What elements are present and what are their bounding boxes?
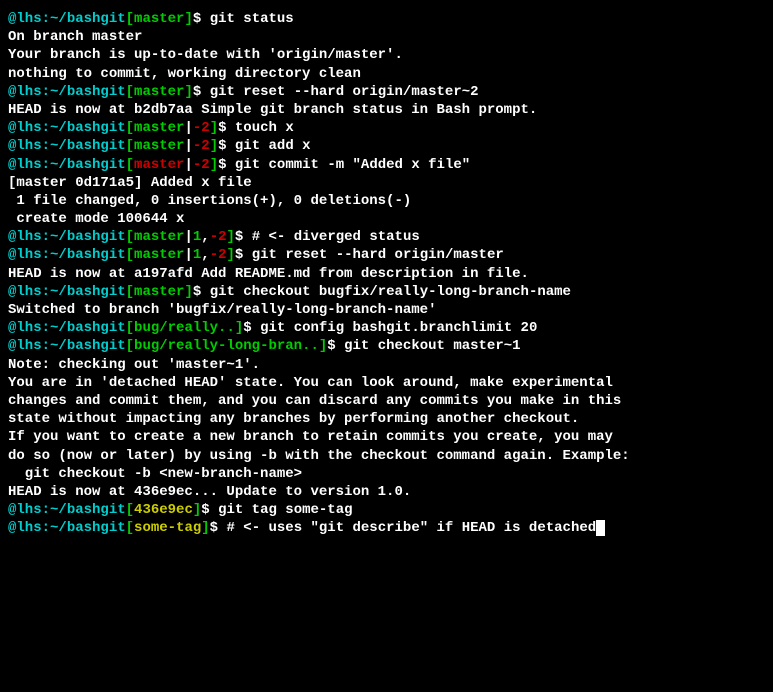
command: git config bashgit.branchlimit 20 — [260, 320, 537, 336]
behind-count: -2 — [193, 120, 210, 136]
prompt-line: @lhs:~/bashgit[master|-2]$ git add x — [8, 137, 765, 155]
user-host: @lhs:~/bashgit — [8, 320, 126, 336]
output-line: [master 0d171a5] Added x file — [8, 174, 765, 192]
user-host: @lhs:~/bashgit — [8, 284, 126, 300]
branch-bracket: [master|-2] — [126, 157, 218, 173]
output-line: Switched to branch 'bugfix/really-long-b… — [8, 301, 765, 319]
prompt-line: @lhs:~/bashgit[436e9ec]$ git tag some-ta… — [8, 501, 765, 519]
prompt-line: @lhs:~/bashgit[bug/really-long-bran..]$ … — [8, 337, 765, 355]
prompt-line: @lhs:~/bashgit[bug/really..]$ git config… — [8, 319, 765, 337]
behind-count: -2 — [193, 157, 210, 173]
branch-bracket: [master] — [126, 284, 193, 300]
behind-count: -2 — [193, 138, 210, 154]
prompt-line: @lhs:~/bashgit[master]$ git status — [8, 10, 765, 28]
branch-bracket: [bug/really-long-bran..] — [126, 338, 328, 354]
branch-bracket: [master|1,-2] — [126, 229, 235, 245]
command: git reset --hard origin/master — [252, 247, 504, 263]
behind-count: -2 — [210, 229, 227, 245]
prompt-line: @lhs:~/bashgit[master|1,-2]$ # <- diverg… — [8, 228, 765, 246]
command: touch x — [235, 120, 294, 136]
output-line: HEAD is now at 436e9ec... Update to vers… — [8, 483, 765, 501]
prompt-line: @lhs:~/bashgit[master|-2]$ touch x — [8, 119, 765, 137]
branch-bracket: [master] — [126, 84, 193, 100]
prompt-line: @lhs:~/bashgit[master]$ git checkout bug… — [8, 283, 765, 301]
user-host: @lhs:~/bashgit — [8, 502, 126, 518]
user-host: @lhs:~/bashgit — [8, 84, 126, 100]
terminal[interactable]: @lhs:~/bashgit[master]$ git status On br… — [8, 10, 765, 537]
user-host: @lhs:~/bashgit — [8, 247, 126, 263]
command: git tag some-tag — [218, 502, 352, 518]
output-line: do so (now or later) by using -b with th… — [8, 447, 765, 465]
output-line: HEAD is now at a197afd Add README.md fro… — [8, 265, 765, 283]
output-line: If you want to create a new branch to re… — [8, 428, 765, 446]
output-line: state without impacting any branches by … — [8, 410, 765, 428]
branch-bracket: [master|-2] — [126, 120, 218, 136]
command: git checkout master~1 — [344, 338, 520, 354]
output-line: 1 file changed, 0 insertions(+), 0 delet… — [8, 192, 765, 210]
prompt-line: @lhs:~/bashgit[master|-2]$ git commit -m… — [8, 156, 765, 174]
output-line: git checkout -b <new-branch-name> — [8, 465, 765, 483]
branch-bracket: [master|-2] — [126, 138, 218, 154]
output-line: You are in 'detached HEAD' state. You ca… — [8, 374, 765, 392]
command: git checkout bugfix/really-long-branch-n… — [210, 284, 571, 300]
output-line: Note: checking out 'master~1'. — [8, 356, 765, 374]
branch-bracket: [some-tag] — [126, 520, 210, 536]
branch-bracket: [bug/really..] — [126, 320, 244, 336]
output-line: nothing to commit, working directory cle… — [8, 65, 765, 83]
user-host: @lhs:~/bashgit — [8, 120, 126, 136]
behind-count: -2 — [210, 247, 227, 263]
command: git commit -m "Added x file" — [235, 157, 470, 173]
prompt-line: @lhs:~/bashgit[master]$ git reset --hard… — [8, 83, 765, 101]
branch-bracket: [master] — [126, 11, 193, 27]
output-line: On branch master — [8, 28, 765, 46]
branch-bracket: [436e9ec] — [126, 502, 202, 518]
user-host: @lhs:~/bashgit — [8, 11, 126, 27]
output-line: changes and commit them, and you can dis… — [8, 392, 765, 410]
command: git status — [210, 11, 294, 27]
user-host: @lhs:~/bashgit — [8, 338, 126, 354]
branch-bracket: [master|1,-2] — [126, 247, 235, 263]
prompt-line: @lhs:~/bashgit[master|1,-2]$ git reset -… — [8, 246, 765, 264]
user-host: @lhs:~/bashgit — [8, 138, 126, 154]
output-line: HEAD is now at b2db7aa Simple git branch… — [8, 101, 765, 119]
output-line: Your branch is up-to-date with 'origin/m… — [8, 46, 765, 64]
command: # <- diverged status — [252, 229, 420, 245]
prompt-line: @lhs:~/bashgit[some-tag]$ # <- uses "git… — [8, 519, 765, 537]
user-host: @lhs:~/bashgit — [8, 520, 126, 536]
output-line: create mode 100644 x — [8, 210, 765, 228]
cursor — [596, 520, 605, 536]
command: # <- uses "git describe" if HEAD is deta… — [226, 520, 596, 536]
command: git add x — [235, 138, 311, 154]
command: git reset --hard origin/master~2 — [210, 84, 479, 100]
user-host: @lhs:~/bashgit — [8, 157, 126, 173]
user-host: @lhs:~/bashgit — [8, 229, 126, 245]
